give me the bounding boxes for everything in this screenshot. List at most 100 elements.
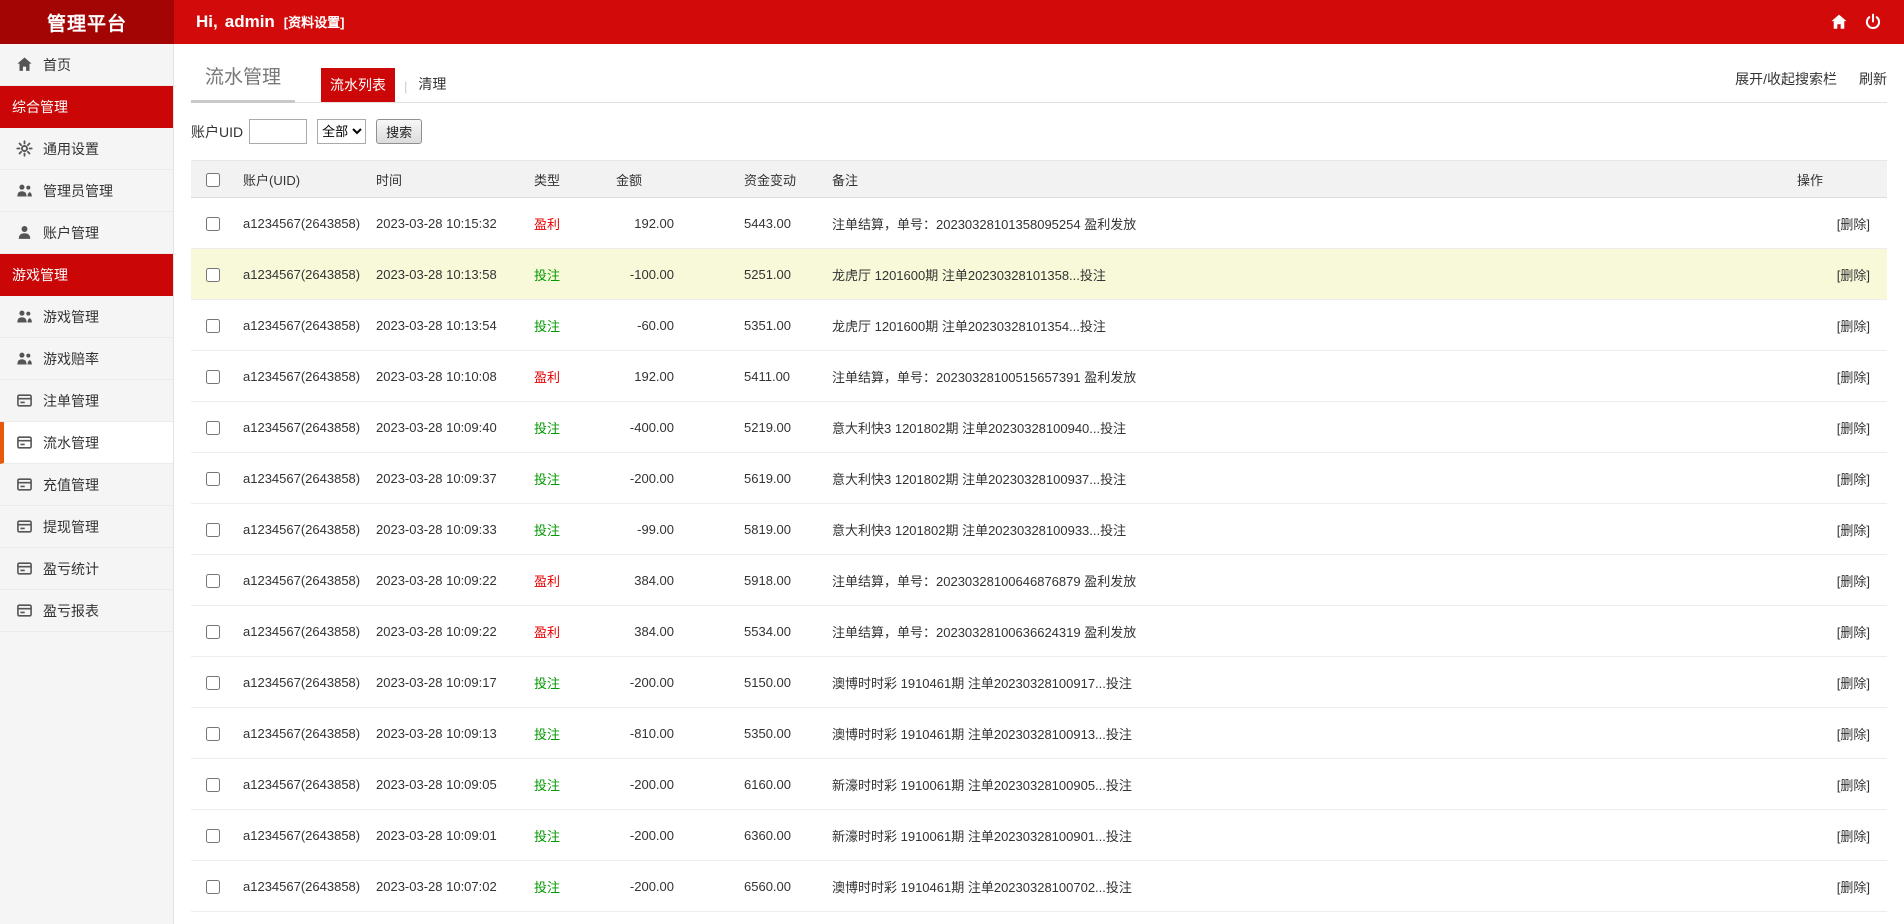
refresh-link[interactable]: 刷新	[1859, 69, 1887, 89]
table-row: a1234567(2643858) 2023-03-28 10:10:08 盈利…	[191, 350, 1887, 402]
sidebar-item-game-management[interactable]: 游戏管理	[0, 296, 173, 338]
cell-note: 龙虎厅 1201600期 注单20230328101354...投注	[832, 299, 1797, 351]
flow-icon	[16, 434, 33, 451]
cell-type: 投注	[534, 726, 561, 742]
row-checkbox[interactable]	[206, 777, 220, 792]
report-icon	[16, 602, 33, 619]
tab-clean[interactable]: 清理	[416, 67, 448, 102]
header-action: 操作	[1797, 160, 1887, 198]
app-logo: 管理平台	[0, 0, 174, 44]
delete-link[interactable]: [删除]	[1837, 625, 1870, 640]
cell-time: 2023-03-28 10:09:37	[376, 452, 534, 504]
greeting-prefix: Hi,	[196, 12, 218, 31]
cell-type: 投注	[534, 522, 561, 538]
cell-uid: a1234567(2643858)	[235, 452, 376, 504]
table-row: a1234567(2643858) 2023-03-28 10:09:13 投注…	[191, 707, 1887, 759]
cell-note: 澳博时时彩 1910461期 注单20230328100702...投注	[832, 860, 1797, 912]
sidebar-item-home[interactable]: 首页	[0, 44, 173, 86]
select-all-checkbox[interactable]	[206, 172, 220, 187]
row-checkbox[interactable]	[206, 522, 220, 537]
type-filter-select[interactable]: 全部	[317, 119, 367, 144]
sidebar-item-general-settings[interactable]: 通用设置	[0, 128, 173, 170]
cell-amount: 192.00	[616, 350, 691, 402]
sidebar-item-recharge-management[interactable]: 充值管理	[0, 464, 173, 506]
search-button[interactable]: 搜索	[376, 119, 423, 144]
cell-uid: a1234567(2643858)	[235, 197, 376, 249]
sidebar-item-label: 游戏管理	[43, 308, 99, 325]
cell-balance: 5819.00	[691, 503, 832, 555]
table-row: a1234567(2643858) 2023-03-28 10:09:40 投注…	[191, 401, 1887, 453]
delete-link[interactable]: [删除]	[1837, 727, 1870, 742]
delete-link[interactable]: [删除]	[1837, 319, 1870, 334]
delete-link[interactable]: [删除]	[1837, 778, 1870, 793]
cell-time: 2023-03-28 10:09:01	[376, 809, 534, 861]
delete-link[interactable]: [删除]	[1837, 880, 1870, 895]
cell-uid: a1234567(2643858)	[235, 350, 376, 402]
cell-time: 2023-03-28 10:13:58	[376, 248, 534, 300]
cell-type: 投注	[534, 828, 561, 844]
power-icon[interactable]	[1864, 13, 1882, 31]
sidebar-item-flow-management[interactable]: 流水管理	[0, 422, 173, 464]
sidebar-item-pnl-report[interactable]: 盈亏报表	[0, 590, 173, 632]
cell-note: 注单结算，单号：20230328100515657391 盈利发放	[832, 350, 1797, 402]
row-checkbox[interactable]	[206, 267, 220, 282]
toggle-search-link[interactable]: 展开/收起搜索栏	[1735, 69, 1837, 89]
delete-link[interactable]: [删除]	[1837, 574, 1870, 589]
header-note: 备注	[832, 160, 1797, 198]
sidebar-section-section-general: 综合管理	[0, 86, 173, 128]
row-checkbox[interactable]	[206, 573, 220, 588]
row-checkbox[interactable]	[206, 624, 220, 639]
flow-table-body: a1234567(2643858) 2023-03-28 10:15:32 盈利…	[191, 197, 1887, 912]
cell-amount: -200.00	[616, 452, 691, 504]
row-checkbox[interactable]	[206, 828, 220, 843]
delete-link[interactable]: [删除]	[1837, 370, 1870, 385]
delete-link[interactable]: [删除]	[1837, 268, 1870, 283]
sidebar-item-withdraw-management[interactable]: 提现管理	[0, 506, 173, 548]
cell-note: 澳博时时彩 1910461期 注单20230328100913...投注	[832, 707, 1797, 759]
sidebar-item-bet-orders[interactable]: 注单管理	[0, 380, 173, 422]
cell-note: 澳博时时彩 1910461期 注单20230328100917...投注	[832, 656, 1797, 708]
row-checkbox[interactable]	[206, 879, 220, 894]
cell-uid: a1234567(2643858)	[235, 503, 376, 555]
row-checkbox[interactable]	[206, 471, 220, 486]
sidebar-item-admin-management[interactable]: 管理员管理	[0, 170, 173, 212]
profile-settings-link[interactable]: [资料设置]	[284, 12, 345, 31]
uid-input[interactable]	[249, 119, 308, 144]
row-checkbox[interactable]	[206, 726, 220, 741]
row-checkbox[interactable]	[206, 369, 220, 384]
home-icon[interactable]	[1830, 13, 1848, 31]
withdraw-icon	[16, 518, 33, 535]
main-content: 流水管理 流水列表 | 清理 展开/收起搜索栏 刷新 账户UID 全部 搜索 账…	[174, 44, 1904, 924]
row-checkbox[interactable]	[206, 318, 220, 333]
cell-type: 盈利	[534, 624, 561, 640]
tabs-bar: 流水管理 流水列表 | 清理 展开/收起搜索栏 刷新	[191, 44, 1887, 103]
tab-flow-list[interactable]: 流水列表	[321, 68, 396, 102]
main-layout: 首页 综合管理 通用设置 管理员管理 账户管理 游戏管理 游戏管理 游戏赔率 注单管理 流水管理充…	[0, 44, 1904, 924]
sidebar-item-game-odds[interactable]: 游戏赔率	[0, 338, 173, 380]
sidebar-item-pnl-stats[interactable]: 盈亏统计	[0, 548, 173, 590]
delete-link[interactable]: [删除]	[1837, 472, 1870, 487]
delete-link[interactable]: [删除]	[1837, 829, 1870, 844]
delete-link[interactable]: [删除]	[1837, 523, 1870, 538]
row-checkbox[interactable]	[206, 216, 220, 231]
cell-uid: a1234567(2643858)	[235, 248, 376, 300]
cell-balance: 5411.00	[691, 350, 832, 402]
delete-link[interactable]: [删除]	[1837, 217, 1870, 232]
cell-amount: -810.00	[616, 707, 691, 759]
delete-link[interactable]: [删除]	[1837, 421, 1870, 436]
cell-balance: 5918.00	[691, 554, 832, 606]
delete-link[interactable]: [删除]	[1837, 676, 1870, 691]
games-icon	[16, 308, 33, 325]
sidebar-item-account-management[interactable]: 账户管理	[0, 212, 173, 254]
cell-uid: a1234567(2643858)	[235, 656, 376, 708]
cell-note: 意大利快3 1201802期 注单20230328100937...投注	[832, 452, 1797, 504]
sidebar-item-label: 流水管理	[43, 434, 99, 451]
sidebar-item-label: 盈亏报表	[43, 602, 99, 619]
cell-note: 新濠时时彩 1910061期 注单20230328100905...投注	[832, 758, 1797, 810]
row-checkbox[interactable]	[206, 675, 220, 690]
table-row: a1234567(2643858) 2023-03-28 10:09:17 投注…	[191, 656, 1887, 708]
cell-amount: -400.00	[616, 401, 691, 453]
table-row: a1234567(2643858) 2023-03-28 10:09:33 投注…	[191, 503, 1887, 555]
sidebar-item-label: 盈亏统计	[43, 560, 99, 577]
row-checkbox[interactable]	[206, 420, 220, 435]
